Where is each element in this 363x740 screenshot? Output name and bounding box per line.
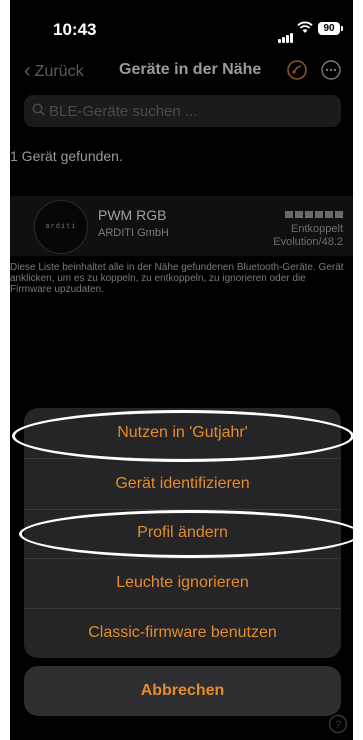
device-status: Entkoppelt <box>291 223 343 235</box>
svg-text:?: ? <box>335 719 341 731</box>
device-maker: ARDITI GmbH <box>98 227 169 239</box>
action-use-classic-firmware[interactable]: Classic-firmware benutzen <box>24 608 341 658</box>
search-placeholder: BLE-Geräte suchen ... <box>49 103 198 120</box>
page-title: Geräte in der Nähe <box>119 61 262 78</box>
wifi-icon <box>297 20 313 39</box>
cellular-signal-icon <box>278 25 294 43</box>
battery-icon: 90 <box>318 22 343 35</box>
device-firmware: Evolution/48.2 <box>273 236 343 248</box>
nav-bar: ‹ Zurück Geräte in der Nähe <box>10 52 353 88</box>
device-name: PWM RGB <box>98 207 167 223</box>
signal-strength-icon <box>283 205 343 223</box>
annotation-ring-use-in-gutjahr <box>12 410 354 462</box>
action-identify-device[interactable]: Gerät identifizieren <box>24 459 341 510</box>
info-text: Diese Liste beinhaltet alle in der Nähe … <box>10 262 344 295</box>
status-bar: 10:43 90 <box>10 0 353 48</box>
annotation-ring-change-profile <box>19 510 361 558</box>
back-button[interactable]: ‹ Zurück <box>24 60 84 83</box>
signal-icon[interactable] <box>286 59 308 86</box>
search-input[interactable]: BLE-Geräte suchen ... <box>24 95 341 127</box>
device-logo: arditi <box>34 200 88 254</box>
back-label: Zurück <box>34 63 84 80</box>
chevron-left-icon: ‹ <box>24 60 31 82</box>
action-ignore-light[interactable]: Leuchte ignorieren <box>24 558 341 609</box>
phone-screen: 10:43 90 ‹ Zurück Geräte in der Nähe BLE… <box>10 0 353 740</box>
device-list-item[interactable]: arditi PWM RGB ARDITI GmbH Entkoppelt Ev… <box>10 196 353 256</box>
status-time: 10:43 <box>53 20 97 39</box>
result-count: 1 Gerät gefunden. <box>10 148 123 164</box>
help-icon[interactable]: ? <box>328 714 348 739</box>
search-icon <box>32 103 45 121</box>
cancel-button[interactable]: Abbrechen <box>24 666 341 716</box>
more-icon[interactable] <box>320 59 342 86</box>
